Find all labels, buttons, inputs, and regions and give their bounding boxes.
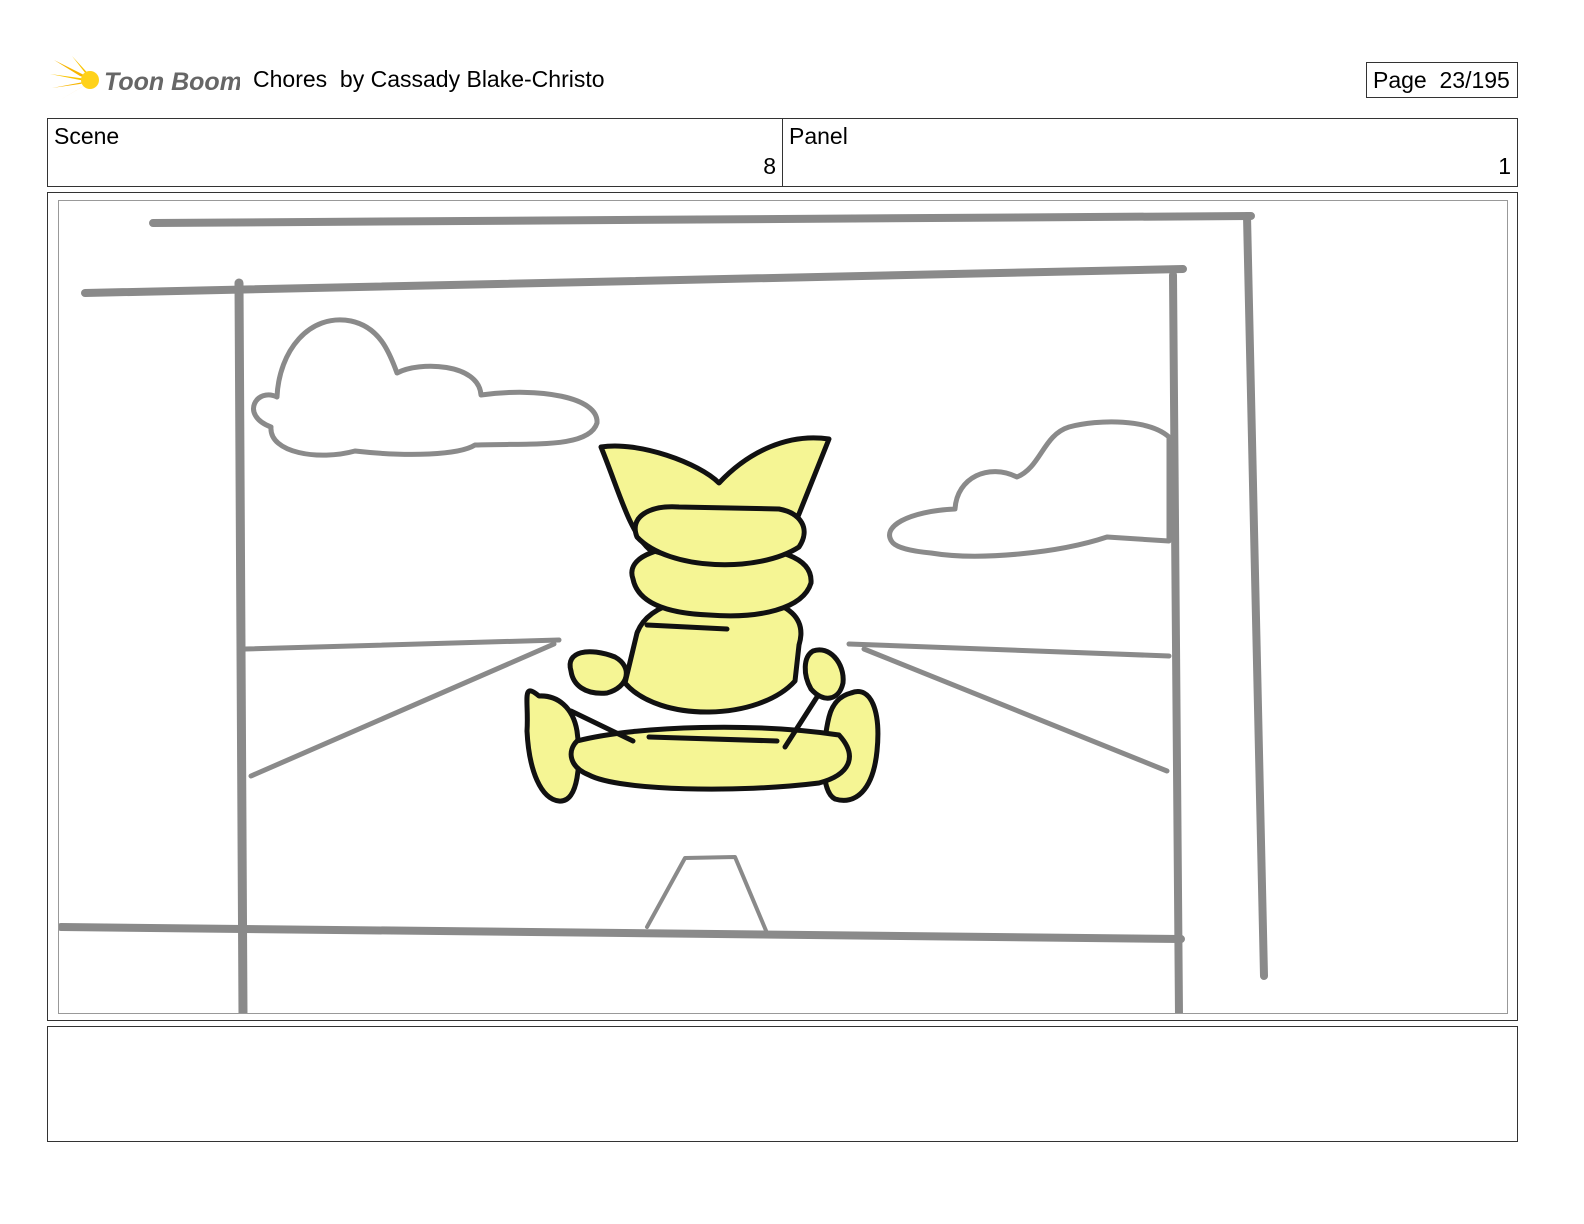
page-label: Page [1373,67,1427,93]
character-on-kart [524,435,881,804]
panel-cell: Panel 1 [782,119,1517,186]
scene-label: Scene [54,123,120,149]
horizon-line [242,637,562,652]
toon-boom-logo: Toon Boom [50,54,240,106]
document-title: Chores by Cassady Blake-Christo [253,66,605,92]
storyboard-sketch [59,212,1268,1013]
notes-box [47,1026,1518,1142]
right-foot [802,647,846,701]
scene-cell: Scene 8 [48,119,782,186]
frame-line [1169,271,1183,1013]
horizon-line [846,641,1172,659]
road-edge [861,646,1170,774]
frame-line [59,923,1185,943]
svg-text:Toon Boom: Toon Boom [104,68,240,96]
panel-label: Panel [789,123,848,149]
road-edge [248,641,557,779]
cloud-right [887,419,1172,559]
storyboard-panel-image [58,200,1508,1014]
scene-number: 8 [763,153,776,179]
frame-line [81,265,1187,297]
frame-line [234,278,248,1013]
frame-line [149,212,1255,227]
road-marking [645,855,769,935]
panel-number: 1 [1498,153,1511,179]
scene-panel-info: Scene 8 Panel 1 [47,118,1518,187]
left-foot [567,649,629,696]
page-number: 23/195 [1439,67,1510,93]
burst-icon [50,56,99,100]
frame-line [1243,212,1268,980]
page-indicator: Page 23/195 [1366,62,1518,98]
cloud-left [251,317,600,458]
